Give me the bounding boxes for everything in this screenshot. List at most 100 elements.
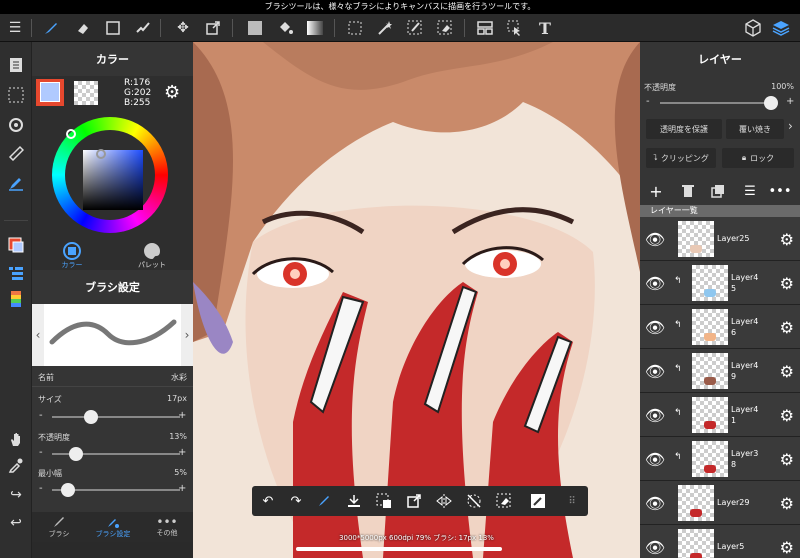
- brush-next-arrow-icon[interactable]: ›: [181, 304, 193, 366]
- select-view-icon[interactable]: [0, 82, 32, 108]
- deselect-icon[interactable]: [460, 486, 488, 516]
- eye-icon[interactable]: 👁︎: [640, 525, 670, 558]
- layer-settings-gear-icon[interactable]: ⚙: [780, 481, 794, 525]
- layer-settings-gear-icon[interactable]: ⚙: [780, 217, 794, 261]
- minwidth-minus-button[interactable]: -: [39, 483, 43, 494]
- opacity-slider-knob[interactable]: [69, 447, 84, 461]
- page-icon[interactable]: [0, 52, 32, 78]
- undo-side-icon[interactable]: ↩: [0, 510, 32, 536]
- bucket-icon[interactable]: [272, 14, 298, 42]
- selection-fill-icon[interactable]: [370, 486, 398, 516]
- layer-more-icon[interactable]: •••: [766, 176, 794, 206]
- layer-settings-gear-icon[interactable]: ⚙: [780, 437, 794, 481]
- layer-opacity-slider[interactable]: [660, 96, 778, 110]
- hand-icon[interactable]: [0, 426, 32, 452]
- minwidth-slider[interactable]: [52, 483, 180, 497]
- size-minus-button[interactable]: -: [39, 410, 43, 421]
- pen-icon[interactable]: [130, 14, 156, 42]
- drawing-canvas[interactable]: [193, 42, 640, 558]
- size-plus-button[interactable]: +: [178, 410, 186, 421]
- eye-icon[interactable]: 👁︎: [640, 437, 670, 481]
- rotate-icon[interactable]: [0, 112, 32, 138]
- size-slider[interactable]: [52, 410, 180, 424]
- redo-side-icon[interactable]: ↪: [0, 482, 32, 508]
- tab-palette[interactable]: パレット: [112, 241, 192, 271]
- select-pen-icon[interactable]: [402, 14, 428, 42]
- opacity-plus-button[interactable]: +: [178, 447, 186, 458]
- hamburger-icon[interactable]: ☰: [2, 14, 28, 42]
- brush-prev-arrow-icon[interactable]: ‹: [32, 304, 44, 366]
- opacity-minus-button[interactable]: -: [39, 447, 43, 458]
- saturation-value-square[interactable]: [83, 150, 143, 210]
- blend-chevron-icon[interactable]: ›: [788, 119, 793, 133]
- add-layer-icon[interactable]: +: [642, 176, 670, 206]
- layer-row[interactable]: 👁︎ Layer25 ⚙: [640, 217, 800, 261]
- size-slider-knob[interactable]: [83, 410, 98, 424]
- import-icon[interactable]: [340, 486, 368, 516]
- tab-brush-settings[interactable]: ブラシ設定: [86, 512, 140, 542]
- main-color-swatch[interactable]: [36, 79, 64, 106]
- layer-settings-gear-icon[interactable]: ⚙: [780, 349, 794, 393]
- layer-row[interactable]: 👁︎ Layer5 ⚙: [640, 525, 800, 558]
- layer-opacity-plus-button[interactable]: +: [786, 96, 794, 107]
- eyedropper-icon[interactable]: [0, 452, 32, 478]
- duplicate-layer-icon[interactable]: [704, 176, 732, 206]
- transform-icon[interactable]: [200, 14, 226, 42]
- materials-icon[interactable]: [740, 14, 766, 42]
- edit-selection-icon[interactable]: [524, 486, 552, 516]
- fill-color-icon[interactable]: [242, 14, 268, 42]
- eye-icon[interactable]: 👁︎: [640, 481, 670, 525]
- trash-icon[interactable]: [674, 176, 702, 206]
- eye-icon[interactable]: 👁︎: [640, 393, 670, 437]
- drag-grip-icon[interactable]: ⠿: [558, 486, 586, 516]
- brush-preview[interactable]: ‹ ›: [32, 304, 193, 366]
- minwidth-slider-knob[interactable]: [61, 483, 76, 497]
- layer-settings-gear-icon[interactable]: ⚙: [780, 261, 794, 305]
- layer-row[interactable]: 👁︎ ↰ Layer4 9 ⚙: [640, 349, 800, 393]
- layer-opacity-knob[interactable]: [764, 96, 778, 110]
- layout-icon[interactable]: [472, 14, 498, 42]
- eye-icon[interactable]: 👁︎: [640, 261, 670, 305]
- sv-handle[interactable]: [96, 149, 106, 159]
- flip-horizontal-icon[interactable]: [430, 486, 458, 516]
- hue-handle[interactable]: [66, 129, 76, 139]
- layer-opacity-minus-button[interactable]: -: [646, 96, 650, 107]
- undo-icon[interactable]: ↶: [254, 486, 282, 516]
- color-settings-gear-icon[interactable]: ⚙: [164, 82, 180, 103]
- tab-others[interactable]: ••• その他: [140, 512, 194, 542]
- pen-setting-icon[interactable]: [0, 170, 32, 196]
- brush-quick-icon[interactable]: [310, 486, 338, 516]
- layer-settings-gear-icon[interactable]: ⚙: [780, 525, 794, 558]
- eraser-icon[interactable]: [70, 14, 96, 42]
- magic-wand-icon[interactable]: [372, 14, 398, 42]
- layers-icon[interactable]: [768, 14, 794, 42]
- brush-icon[interactable]: [38, 14, 64, 42]
- redo-icon[interactable]: ↷: [282, 486, 310, 516]
- tab-brush[interactable]: ブラシ: [32, 512, 86, 542]
- minwidth-plus-button[interactable]: +: [178, 483, 186, 494]
- layer-settings-gear-icon[interactable]: ⚙: [780, 305, 794, 349]
- erase-selection-icon[interactable]: [490, 486, 518, 516]
- layer-row[interactable]: 👁︎ ↰ Layer4 6 ⚙: [640, 305, 800, 349]
- eye-icon[interactable]: 👁︎: [640, 305, 670, 349]
- layer-settings-gear-icon[interactable]: ⚙: [780, 393, 794, 437]
- protect-alpha-button[interactable]: 透明度を保護: [646, 119, 722, 139]
- text-icon[interactable]: T: [532, 14, 558, 42]
- clipping-button[interactable]: ⮧ クリッピング: [646, 148, 716, 168]
- layer-list-menu-icon[interactable]: ☰: [736, 176, 764, 206]
- select-eraser-icon[interactable]: [432, 14, 458, 42]
- operate-icon[interactable]: [502, 14, 528, 42]
- eye-icon[interactable]: 👁︎: [640, 349, 670, 393]
- rect-icon[interactable]: [100, 14, 126, 42]
- palette-icon[interactable]: [0, 286, 32, 312]
- gradient-icon[interactable]: [302, 14, 328, 42]
- eye-icon[interactable]: 👁︎: [640, 217, 670, 261]
- color-swatch-icon[interactable]: [0, 232, 32, 258]
- blend-mode-button[interactable]: 覆い焼き: [726, 119, 784, 139]
- layer-row[interactable]: 👁︎ ↰ Layer4 1 ⚙: [640, 393, 800, 437]
- opacity-slider[interactable]: [52, 447, 180, 461]
- ruler-icon[interactable]: [0, 140, 32, 166]
- tab-color[interactable]: カラー: [32, 241, 112, 271]
- layer-row[interactable]: 👁︎ ↰ Layer3 8 ⚙: [640, 437, 800, 481]
- select-rect-icon[interactable]: [342, 14, 368, 42]
